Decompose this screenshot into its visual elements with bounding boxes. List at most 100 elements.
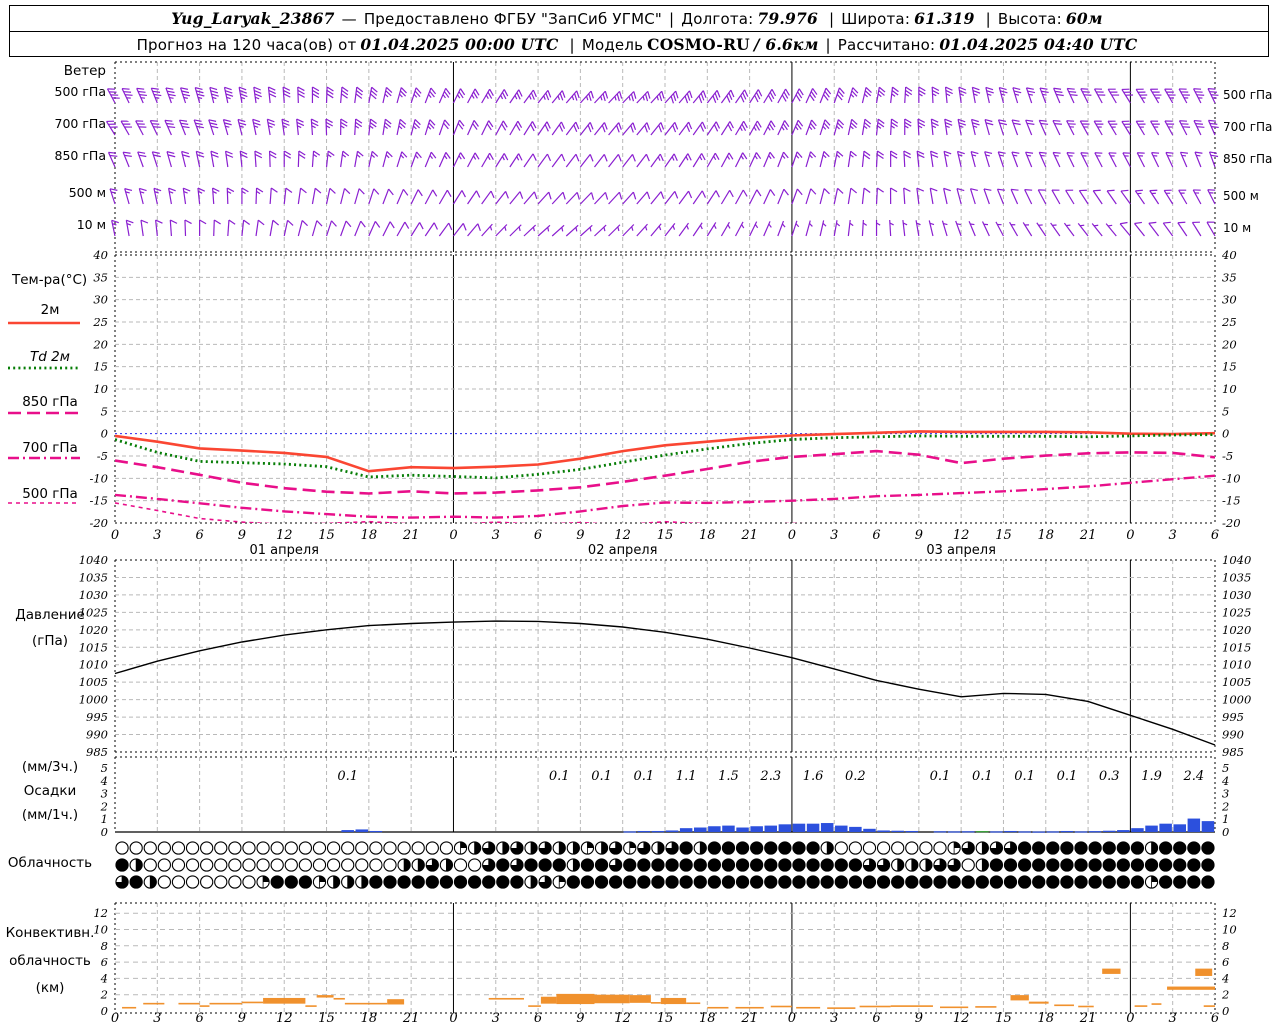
svg-text:5: 5 <box>1222 404 1229 418</box>
svg-text:0.3: 0.3 <box>1099 769 1120 784</box>
svg-text:3: 3 <box>830 1011 838 1024</box>
svg-text:6: 6 <box>195 1011 203 1024</box>
svg-text:6: 6 <box>534 1011 542 1024</box>
wind-panel-title: Ветер <box>63 63 106 79</box>
wind-level-label-500hpa: 500 гПа <box>54 84 106 99</box>
svg-text:5: 5 <box>101 761 108 775</box>
svg-text:6: 6 <box>534 528 542 543</box>
temp-legend-850hpa: 850 гПа <box>22 394 78 410</box>
svg-text:1.6: 1.6 <box>803 769 824 784</box>
svg-text:18: 18 <box>1037 528 1054 543</box>
svg-text:3: 3 <box>1169 1011 1177 1024</box>
svg-text:0.1: 0.1 <box>591 769 612 784</box>
svg-text:12: 12 <box>953 528 970 543</box>
wind-level-label-850hpa: 850 гПа <box>54 148 106 163</box>
svg-text:12: 12 <box>614 528 631 543</box>
svg-text:0: 0 <box>1222 825 1229 839</box>
svg-text:20: 20 <box>1221 337 1237 351</box>
svg-text:985: 985 <box>1222 745 1244 759</box>
svg-text:9: 9 <box>238 528 246 543</box>
svg-text:0.1: 0.1 <box>1014 769 1035 784</box>
precip-units-3h: (мм/3ч.) <box>21 759 79 775</box>
svg-text:990: 990 <box>86 728 108 742</box>
svg-text:30: 30 <box>1222 293 1237 307</box>
svg-text:15: 15 <box>995 528 1012 543</box>
svg-text:0: 0 <box>111 528 119 543</box>
precip-3h-value-labels: 0.1 0.1 0.1 0.1 1.1 1.5 2.3 1.6 0.2 0.1 0.1 0.1 0.1 0… <box>337 769 1204 784</box>
svg-text:1040: 1040 <box>1222 553 1251 567</box>
time-axis-date-labels: 01 апреля 02 апреля 03 апреля <box>249 543 995 558</box>
svg-text:-5: -5 <box>1222 449 1233 463</box>
svg-text:9: 9 <box>576 528 584 543</box>
svg-text:21: 21 <box>402 1011 420 1024</box>
svg-text:18: 18 <box>699 528 716 543</box>
svg-text:0.1: 0.1 <box>634 769 655 784</box>
temp-legend-2m: 2м <box>40 302 60 318</box>
svg-text:4: 4 <box>100 774 108 788</box>
svg-text:12: 12 <box>276 528 293 543</box>
svg-text:1: 1 <box>101 812 108 826</box>
wind-level-label-500m: 500 м <box>68 185 106 200</box>
svg-text:3: 3 <box>153 1011 161 1024</box>
svg-text:12: 12 <box>93 906 108 920</box>
svg-text:0: 0 <box>101 427 108 441</box>
svg-text:1030: 1030 <box>79 588 108 602</box>
svg-text:10 м: 10 м <box>1223 221 1251 235</box>
svg-text:0.1: 0.1 <box>337 769 358 784</box>
svg-text:2: 2 <box>1221 988 1229 1002</box>
svg-text:6: 6 <box>101 955 108 969</box>
svg-text:1000: 1000 <box>1222 693 1251 707</box>
svg-text:40: 40 <box>1221 248 1237 262</box>
svg-text:0: 0 <box>101 825 108 839</box>
wind-barbs-row-2 <box>106 118 1219 136</box>
svg-text:21: 21 <box>402 528 420 543</box>
temp-panel-title: Тем-ра(°C) <box>12 272 88 288</box>
svg-text:2: 2 <box>1221 799 1229 813</box>
wind-barbs-row-3 <box>107 150 1219 168</box>
svg-text:500 гПа: 500 гПа <box>1223 88 1272 102</box>
wind-barbs-row-4 <box>109 187 1216 205</box>
svg-text:-10: -10 <box>89 471 108 485</box>
cloud-panel-title: Облачность <box>7 855 93 871</box>
svg-text:21: 21 <box>740 528 758 543</box>
svg-text:500 м: 500 м <box>1223 189 1259 203</box>
svg-text:990: 990 <box>1222 728 1244 742</box>
temp-legend-500hpa: 500 гПа <box>22 486 78 502</box>
svg-text:25: 25 <box>1221 315 1237 329</box>
meteogram-plot: 40 4035 3530 3025 2520 2015 1510 105 50 0-5 -5-10-… <box>8 61 1272 1024</box>
cloud-symbol-row-3 <box>115 875 1215 889</box>
svg-text:1015: 1015 <box>1222 640 1251 654</box>
svg-text:0: 0 <box>449 1011 457 1024</box>
svg-text:6: 6 <box>872 528 880 543</box>
svg-text:2.3: 2.3 <box>759 769 781 784</box>
svg-text:6: 6 <box>1211 1011 1219 1024</box>
meteogram-page: { "header": { "station": "Yug_Laryak_238… <box>0 0 1280 1024</box>
svg-text:3: 3 <box>153 528 161 543</box>
svg-text:0.2: 0.2 <box>845 769 866 784</box>
svg-text:02 апреля: 02 апреля <box>588 543 658 558</box>
svg-text:1040: 1040 <box>79 553 108 567</box>
svg-text:6: 6 <box>1211 528 1219 543</box>
svg-text:1010: 1010 <box>79 658 108 672</box>
svg-text:35: 35 <box>1222 270 1237 284</box>
svg-text:12: 12 <box>614 1011 631 1024</box>
svg-text:10: 10 <box>1222 923 1237 937</box>
svg-text:5: 5 <box>1222 761 1229 775</box>
temp-legend-700hpa: 700 гПа <box>22 440 78 456</box>
wind-level-labels-right: 500 гПа 700 гПа 850 гПа 500 м 10 м <box>1223 88 1272 235</box>
cloud-symbol-row-2 <box>115 858 1215 872</box>
svg-text:15: 15 <box>995 1011 1012 1024</box>
svg-text:01 апреля: 01 апреля <box>249 543 319 558</box>
svg-text:3: 3 <box>1222 787 1229 801</box>
svg-text:0.1: 0.1 <box>1057 769 1078 784</box>
svg-text:21: 21 <box>1079 528 1097 543</box>
svg-text:1020: 1020 <box>1222 623 1251 637</box>
cloud-symbol-row-1 <box>115 841 1215 855</box>
convective-title-line2: облачность <box>9 953 91 969</box>
svg-text:8: 8 <box>1222 939 1229 953</box>
svg-text:3: 3 <box>1169 528 1177 543</box>
svg-text:6: 6 <box>195 528 203 543</box>
svg-text:1010: 1010 <box>1222 658 1251 672</box>
svg-text:0: 0 <box>1222 427 1229 441</box>
svg-text:1035: 1035 <box>1222 570 1251 584</box>
